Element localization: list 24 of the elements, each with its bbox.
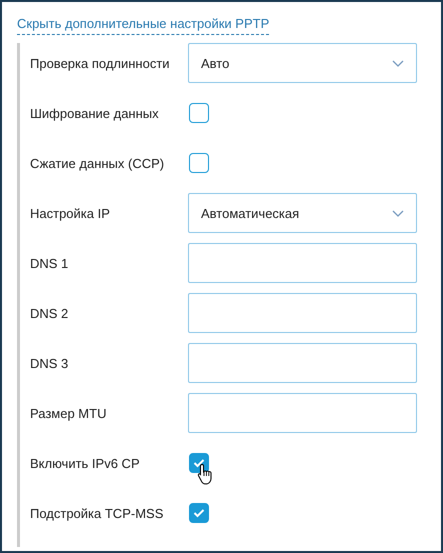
field-label: DNS 1 (30, 254, 70, 272)
input-field[interactable] (188, 343, 417, 383)
field-label: Размер MTU (30, 404, 108, 422)
field-label: Шифрование данных (30, 104, 160, 122)
dropdown[interactable]: Автоматическая (188, 193, 417, 233)
input-field[interactable] (188, 393, 417, 433)
field-label: Подстройка TCP-MSS (30, 504, 164, 522)
checkbox[interactable] (189, 153, 209, 173)
check-icon (193, 508, 205, 518)
check-icon (193, 458, 205, 468)
input-field[interactable] (188, 293, 417, 333)
caret-icon (392, 60, 404, 66)
input-field[interactable] (188, 243, 417, 283)
dropdown[interactable]: Авто (188, 43, 417, 83)
checkbox[interactable] (189, 103, 209, 123)
field-label: Проверка подлинности (30, 54, 171, 72)
field-label: Включить IPv6 CP (30, 454, 141, 472)
field-label: Настройка IP (30, 204, 111, 222)
caret-icon (392, 210, 404, 216)
toggle-link[interactable]: Скрыть дополнительные настройки PPTP (17, 16, 270, 35)
checkbox[interactable] (189, 503, 209, 523)
field-label: DNS 2 (30, 304, 70, 322)
field-label: Сжатие данных (CCP) (30, 154, 166, 172)
field-label: DNS 3 (30, 354, 70, 372)
